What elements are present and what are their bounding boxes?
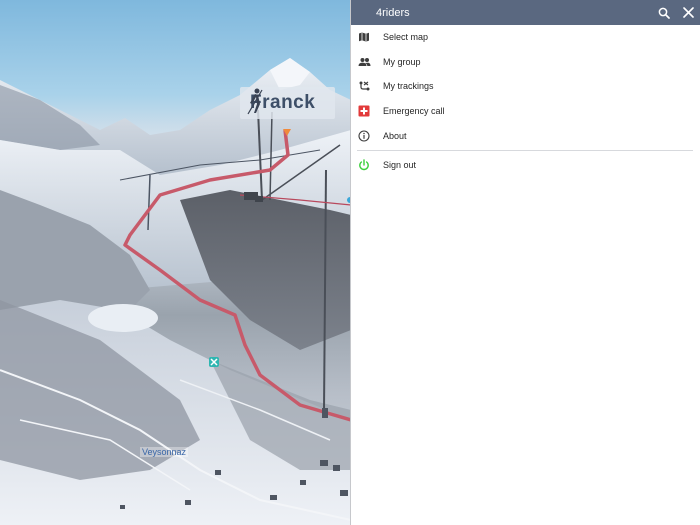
menu-item-emergency-call[interactable]: Emergency call: [351, 99, 700, 124]
power-icon: [357, 158, 371, 172]
skier-icon: [247, 88, 263, 115]
menu-item-label: My trackings: [383, 81, 434, 92]
map-icon: [357, 30, 371, 44]
app-title: 4riders: [376, 6, 410, 19]
player-label[interactable]: Franck: [240, 87, 335, 119]
close-icon: [682, 7, 694, 18]
search-button[interactable]: [653, 0, 675, 25]
menu-item-label: Sign out: [383, 160, 417, 171]
map-view[interactable]: Franck Veysonnaz: [0, 0, 351, 525]
menu-divider: [357, 149, 693, 151]
menu-item-sign-out[interactable]: Sign out: [351, 153, 700, 178]
swiss-cross-icon: [357, 104, 371, 118]
drawer-header: 4riders: [351, 0, 700, 25]
tracking-icon: [357, 79, 371, 93]
search-icon: [658, 7, 670, 19]
menu-item-label: My group: [383, 56, 421, 67]
town-label: Veysonnaz: [140, 447, 189, 457]
side-menu-drawer: 4riders Select map My group My trackings…: [350, 0, 700, 525]
menu-item-about[interactable]: About: [351, 123, 700, 148]
menu-list: Select map My group My trackings Emergen…: [351, 25, 700, 148]
menu-item-label: Select map: [383, 32, 429, 43]
close-button[interactable]: [677, 0, 699, 25]
menu-item-my-group[interactable]: My group: [351, 50, 700, 75]
info-icon: [357, 129, 371, 143]
menu-item-label: Emergency call: [383, 106, 445, 117]
menu-item-label: About: [383, 130, 407, 141]
menu-item-my-trackings[interactable]: My trackings: [351, 74, 700, 99]
menu-item-select-map[interactable]: Select map: [351, 25, 700, 50]
group-icon: [357, 55, 371, 69]
